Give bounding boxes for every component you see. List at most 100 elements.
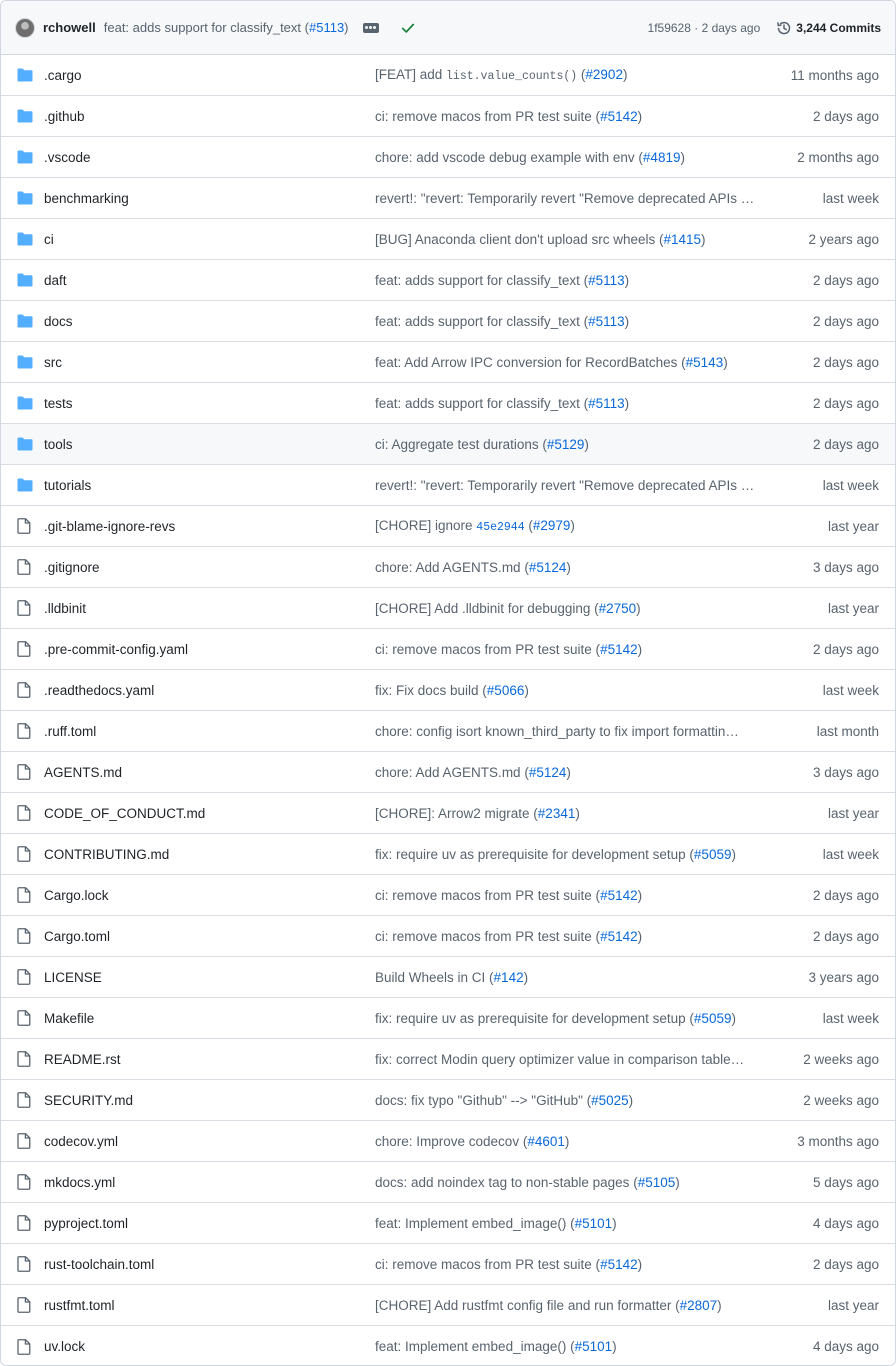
commit-message-link[interactable]: feat: Add Arrow IPC conversion for Recor… — [375, 355, 763, 370]
file-name-link[interactable]: .pre-commit-config.yaml — [44, 642, 375, 657]
pr-link[interactable]: #5142 — [600, 929, 638, 944]
file-row[interactable]: pyproject.toml feat: Implement embed_imag… — [1, 1203, 895, 1244]
file-row[interactable]: daft feat: adds support for classify_text… — [1, 260, 895, 301]
commit-text[interactable]: Build Wheels in CI ( — [375, 970, 494, 985]
commit-text[interactable]: chore: config isort known_third_party to… — [375, 724, 739, 739]
commit-text[interactable]: feat: Implement embed_image() ( — [375, 1339, 575, 1354]
pr-link[interactable]: #5142 — [600, 109, 638, 124]
file-name-link[interactable]: .lldbinit — [44, 601, 375, 616]
file-name-link[interactable]: docs — [44, 314, 375, 329]
commit-message-link[interactable]: ci: remove macos from PR test suite (#51… — [375, 642, 763, 657]
ellipsis-icon[interactable] — [362, 22, 379, 33]
commit-message-link[interactable]: ci: remove macos from PR test suite (#51… — [375, 109, 763, 124]
commit-message-link[interactable]: feat: adds support for classify_text (#5… — [375, 396, 763, 411]
pr-link[interactable]: #5142 — [600, 888, 638, 903]
commits-link[interactable]: 3,244 Commits — [776, 20, 881, 36]
commit-message-link[interactable]: feat: Implement embed_image() (#5101) — [375, 1216, 763, 1231]
commit-sha-link[interactable]: 45e2944 — [476, 521, 524, 534]
file-name-link[interactable]: src — [44, 355, 375, 370]
file-row[interactable]: docs feat: adds support for classify_text… — [1, 301, 895, 342]
commit-message[interactable]: feat: adds support for classify_text (#5… — [104, 20, 349, 35]
file-row[interactable]: ci [BUG] Anaconda client don't upload src… — [1, 219, 895, 260]
commits-count[interactable]: 3,244 Commits — [796, 21, 881, 35]
commit-text[interactable]: chore: Improve codecov ( — [375, 1134, 527, 1149]
commit-text[interactable]: docs: add noindex tag to non-stable page… — [375, 1175, 638, 1190]
pr-link[interactable]: #5142 — [600, 1257, 638, 1272]
commit-message-link[interactable]: fix: require uv as prerequisite for deve… — [375, 1011, 763, 1026]
commit-text[interactable]: fix: require uv as prerequisite for deve… — [375, 847, 694, 862]
commit-text[interactable]: chore: add vscode debug example with env… — [375, 150, 643, 165]
file-name-link[interactable]: CONTRIBUTING.md — [44, 847, 375, 862]
commit-message-link[interactable]: fix: correct Modin query optimizer value… — [375, 1052, 763, 1067]
commit-message-link[interactable]: feat: Implement embed_image() (#5101) — [375, 1339, 763, 1354]
commit-message-link[interactable]: [CHORE] Add .lldbinit for debugging (#27… — [375, 601, 763, 616]
file-name-link[interactable]: README.rst — [44, 1052, 375, 1067]
file-name-link[interactable]: rust-toolchain.toml — [44, 1257, 375, 1272]
commit-text[interactable]: fix: require uv as prerequisite for deve… — [375, 1011, 694, 1026]
commit-message-link[interactable]: chore: add vscode debug example with env… — [375, 150, 763, 165]
file-row[interactable]: uv.lock feat: Implement embed_image() (#5… — [1, 1326, 895, 1365]
file-row[interactable]: mkdocs.yml docs: add noindex tag to non-s… — [1, 1162, 895, 1203]
pr-link[interactable]: #5101 — [575, 1339, 613, 1354]
pr-link[interactable]: #5143 — [686, 355, 724, 370]
file-row[interactable]: codecov.yml chore: Improve codecov (#4601… — [1, 1121, 895, 1162]
pr-link[interactable]: #5113 — [588, 314, 625, 329]
commit-message-link[interactable]: feat: adds support for classify_text (#5… — [375, 314, 763, 329]
pr-link[interactable]: #5025 — [591, 1093, 629, 1108]
file-row[interactable]: src feat: Add Arrow IPC conversion for Re… — [1, 342, 895, 383]
file-name-link[interactable]: CODE_OF_CONDUCT.md — [44, 806, 375, 821]
pr-link[interactable]: #2750 — [599, 601, 637, 616]
file-name-link[interactable]: tests — [44, 396, 375, 411]
file-name-link[interactable]: SECURITY.md — [44, 1093, 375, 1108]
commit-text[interactable]: ci: remove macos from PR test suite ( — [375, 929, 600, 944]
commit-text[interactable]: [FEAT] add — [375, 67, 446, 82]
pr-link[interactable]: #5066 — [487, 683, 525, 698]
file-name-link[interactable]: .gitignore — [44, 560, 375, 575]
pr-link[interactable]: #5129 — [547, 437, 585, 452]
file-row[interactable]: .vscode chore: add vscode debug example w… — [1, 137, 895, 178]
pr-link[interactable]: #2979 — [533, 518, 571, 533]
commit-message-link[interactable]: [CHORE] Add rustfmt config file and run … — [375, 1298, 763, 1313]
commit-text[interactable]: chore: Add AGENTS.md ( — [375, 560, 529, 575]
commit-text[interactable]: fix: correct Modin query optimizer value… — [375, 1052, 744, 1067]
file-name-link[interactable]: .ruff.toml — [44, 724, 375, 739]
file-name-link[interactable]: uv.lock — [44, 1339, 375, 1354]
pr-link[interactable]: #2902 — [585, 67, 623, 82]
pr-link[interactable]: #5105 — [638, 1175, 676, 1190]
commit-text[interactable]: feat: adds support for classify_text ( — [375, 396, 588, 411]
commit-text[interactable]: feat: adds support for classify_text ( — [375, 314, 588, 329]
file-row[interactable]: Cargo.toml ci: remove macos from PR test … — [1, 916, 895, 957]
file-row[interactable]: tests feat: adds support for classify_tex… — [1, 383, 895, 424]
pr-link[interactable]: #2807 — [680, 1298, 718, 1313]
commit-text[interactable]: feat: adds support for classify_text ( — [375, 273, 588, 288]
file-name-link[interactable]: pyproject.toml — [44, 1216, 375, 1231]
commit-text[interactable]: revert!: "revert: Temporarily revert "Re… — [375, 478, 754, 493]
file-row[interactable]: CONTRIBUTING.md fix: require uv as prereq… — [1, 834, 895, 875]
file-name-link[interactable]: AGENTS.md — [44, 765, 375, 780]
commit-message-link[interactable]: chore: Improve codecov (#4601) — [375, 1134, 763, 1149]
commit-message-link[interactable]: feat: adds support for classify_text (#5… — [375, 273, 763, 288]
commit-text[interactable]: ci: Aggregate test durations ( — [375, 437, 547, 452]
commit-message-link[interactable]: [FEAT] add list.value_counts() (#2902) — [375, 67, 763, 83]
commit-text[interactable]: ci: remove macos from PR test suite ( — [375, 1257, 600, 1272]
file-name-link[interactable]: LICENSE — [44, 970, 375, 985]
pr-link[interactable]: #5142 — [600, 642, 638, 657]
commit-message-link[interactable]: Build Wheels in CI (#142) — [375, 970, 763, 985]
commit-message-link[interactable]: [CHORE]: Arrow2 migrate (#2341) — [375, 806, 763, 821]
file-row[interactable]: LICENSE Build Wheels in CI (#142) 3 years … — [1, 957, 895, 998]
file-row[interactable]: rust-toolchain.toml ci: remove macos from… — [1, 1244, 895, 1285]
file-row[interactable]: .readthedocs.yaml fix: Fix docs build (#5… — [1, 670, 895, 711]
file-name-link[interactable]: tools — [44, 437, 375, 452]
file-name-link[interactable]: Cargo.toml — [44, 929, 375, 944]
file-row[interactable]: rustfmt.toml [CHORE] Add rustfmt config f… — [1, 1285, 895, 1326]
file-row[interactable]: .gitignore chore: Add AGENTS.md (#5124) 3 … — [1, 547, 895, 588]
commit-text[interactable]: ( — [525, 518, 533, 533]
commit-pr-link[interactable]: #5113 — [309, 20, 344, 35]
commit-message-link[interactable]: fix: require uv as prerequisite for deve… — [375, 847, 763, 862]
file-name-link[interactable]: tutorials — [44, 478, 375, 493]
pr-link[interactable]: #5113 — [588, 396, 625, 411]
pr-link[interactable]: #5059 — [694, 847, 732, 862]
file-row[interactable]: .pre-commit-config.yaml ci: remove macos … — [1, 629, 895, 670]
commit-message-link[interactable]: chore: Add AGENTS.md (#5124) — [375, 560, 763, 575]
file-row[interactable]: README.rst fix: correct Modin query optim… — [1, 1039, 895, 1080]
